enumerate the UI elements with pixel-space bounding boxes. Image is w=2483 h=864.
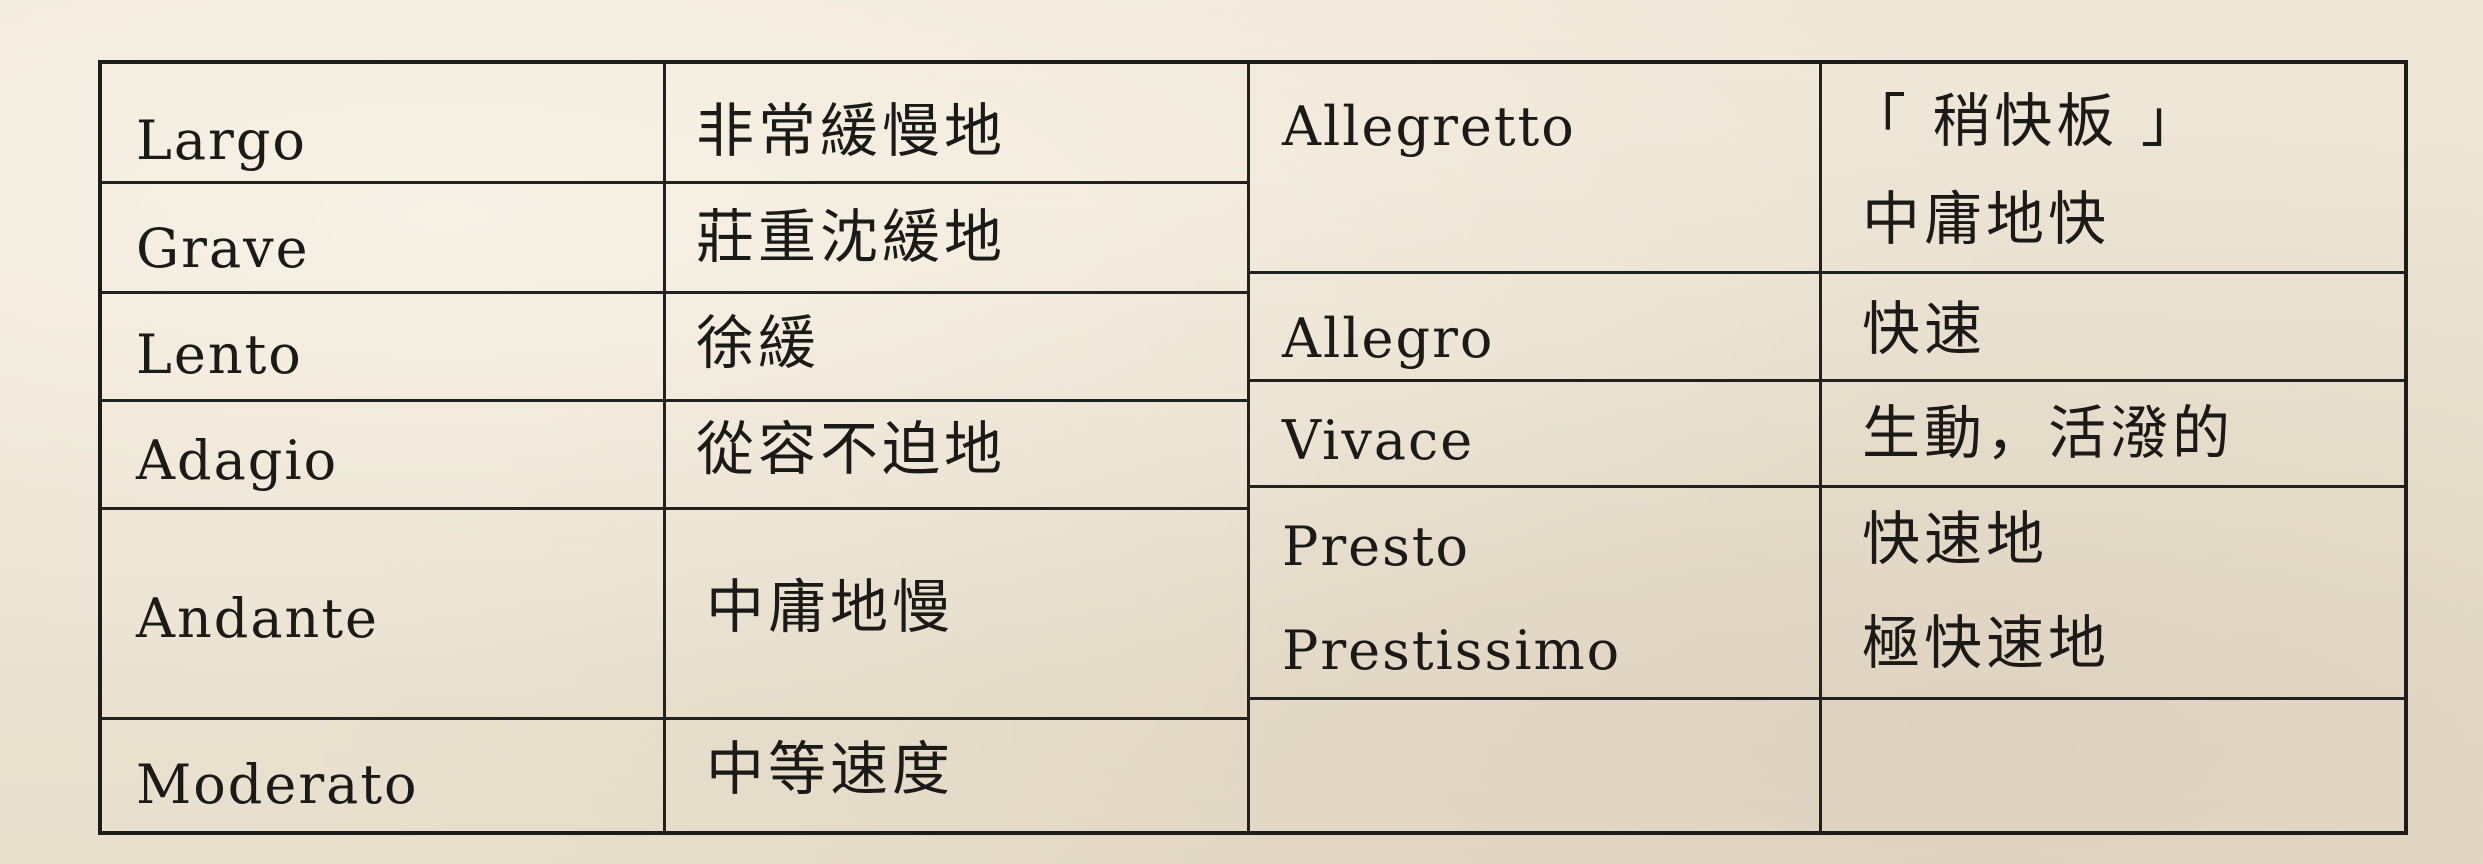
term-presto: Presto bbox=[1282, 515, 1471, 578]
meaning-largo: 非常緩慢地 bbox=[696, 97, 1007, 165]
meaning-vivace: 生動，活潑的 bbox=[1862, 399, 2235, 467]
term-allegretto: Allegretto bbox=[1282, 95, 1576, 158]
meaning-allegretto-line2: 中庸地快 bbox=[1862, 185, 2111, 253]
meaning-moderato: 中等速度 bbox=[706, 735, 955, 803]
term-vivace: Vivace bbox=[1282, 409, 1475, 472]
meaning-allegro: 快速 bbox=[1862, 295, 1987, 363]
table-cell bbox=[1250, 700, 1822, 835]
term-lento: Lento bbox=[136, 323, 303, 386]
term-largo: Largo bbox=[136, 109, 307, 172]
meaning-andante: 中庸地慢 bbox=[706, 573, 955, 641]
meaning-grave: 莊重沈緩地 bbox=[696, 203, 1007, 271]
term-grave: Grave bbox=[136, 217, 310, 280]
meaning-adagio: 從容不迫地 bbox=[696, 415, 1007, 483]
meaning-prestissimo: 極快速地 bbox=[1862, 609, 2111, 677]
term-prestissimo: Prestissimo bbox=[1282, 619, 1622, 682]
term-andante: Andante bbox=[136, 587, 379, 650]
table-cell bbox=[1822, 700, 2404, 835]
meaning-presto: 快速地 bbox=[1862, 505, 2049, 573]
term-allegro: Allegro bbox=[1282, 307, 1495, 370]
meaning-allegretto-line1: 「 稍快板 」 bbox=[1848, 87, 2203, 155]
term-adagio: Adagio bbox=[136, 429, 339, 492]
tempo-terms-table: Largo 非常緩慢地 Grave 莊重沈緩地 Lento 徐緩 Adagio … bbox=[98, 60, 2408, 835]
meaning-lento: 徐緩 bbox=[696, 309, 821, 377]
term-moderato: Moderato bbox=[136, 753, 419, 816]
